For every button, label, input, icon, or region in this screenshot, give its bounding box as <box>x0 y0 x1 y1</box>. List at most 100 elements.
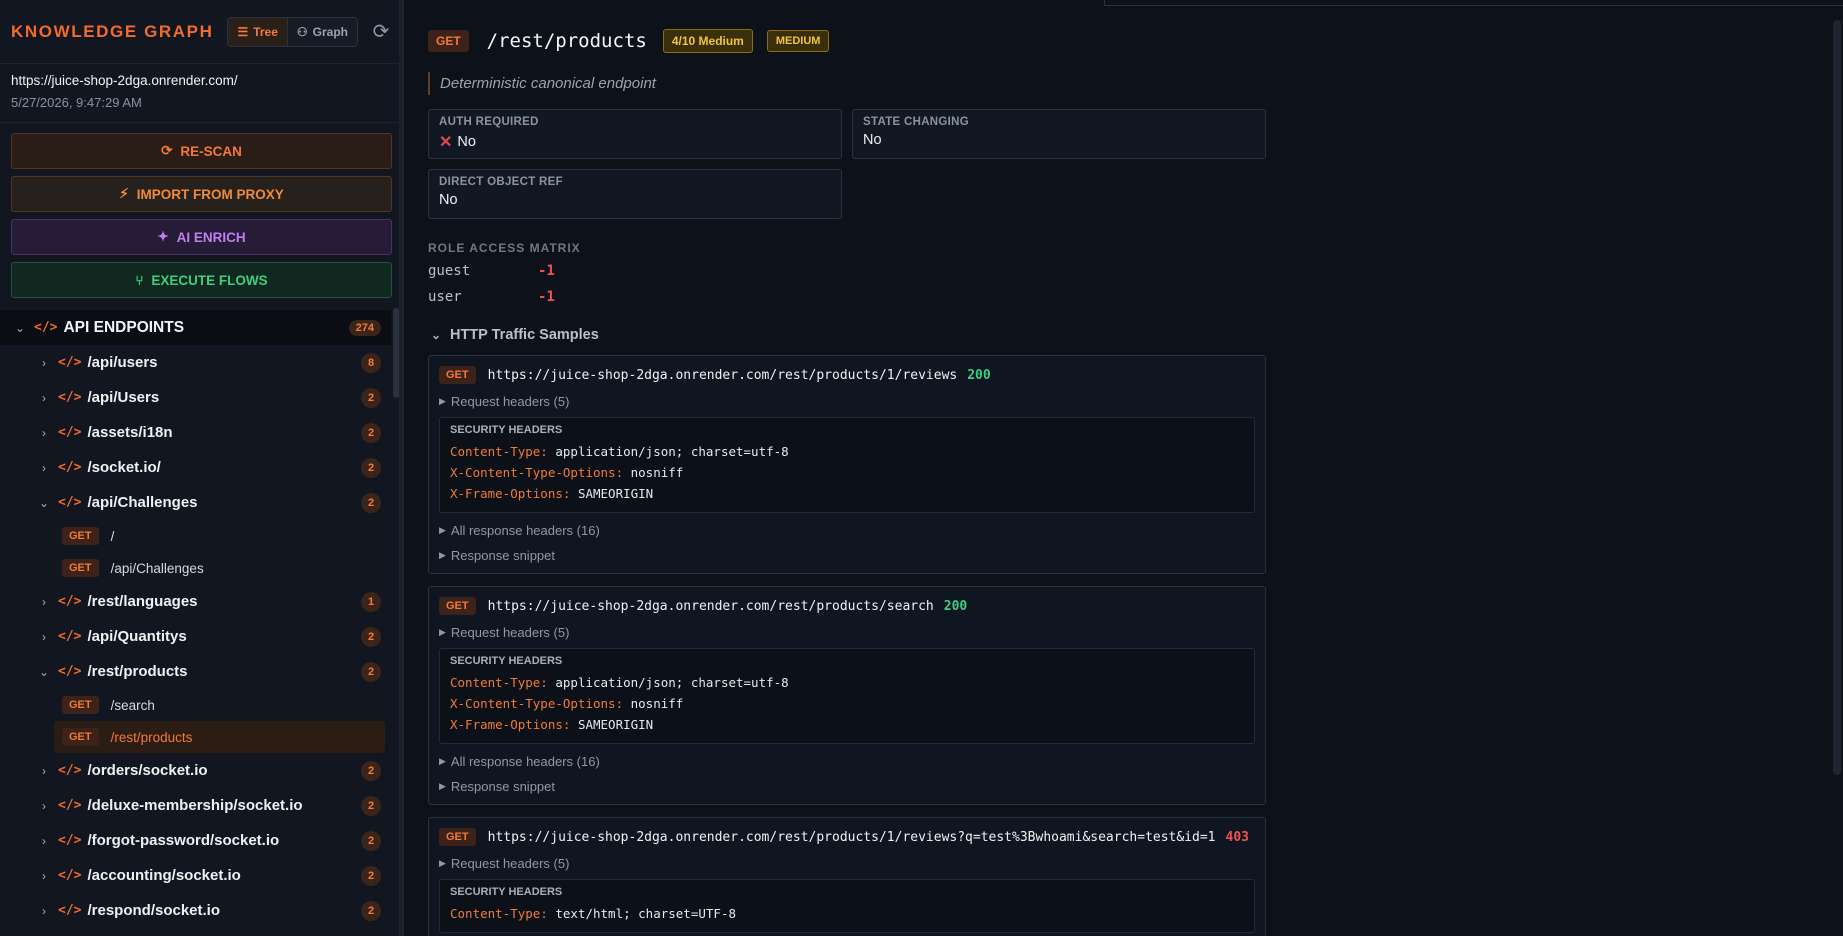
code-icon: </> <box>58 664 82 679</box>
endpoint-description: Deterministic canonical endpoint <box>428 72 1843 95</box>
tree-leaf[interactable]: GET / <box>54 520 385 552</box>
tree-node-label: /orders/socket.io <box>87 762 208 779</box>
security-headers-box: SECURITY HEADERS Content-Type: text/html… <box>439 879 1255 933</box>
graph-view-label: Graph <box>312 24 348 39</box>
chevron-right-icon: › <box>42 629 46 644</box>
tree-node-label: /api/Quantitys <box>87 628 187 645</box>
severity-badge: MEDIUM <box>766 30 830 52</box>
graph-view-button[interactable]: ⚇ Graph <box>287 17 357 46</box>
sidebar: KNOWLEDGE GRAPH ☰ Tree ⚇ Graph ⟳ https:/… <box>0 0 404 936</box>
method-badge: GET <box>439 828 476 846</box>
disclosure-triangle-icon: ▶ <box>439 627 446 637</box>
tree-node[interactable]: ⌄ </> /rest/products 2 <box>0 654 391 689</box>
response-snippet-toggle[interactable]: ▶ Response snippet <box>439 779 1255 794</box>
tree-node[interactable]: › </> /orders/socket.io 2 <box>0 753 391 788</box>
tree-root-api-endpoints[interactable]: ⌄ </> API ENDPOINTS 274 <box>0 310 391 345</box>
request-headers-label: Request headers (5) <box>450 625 570 640</box>
tree-node[interactable]: › </> /assets/i18n 2 <box>0 415 391 450</box>
code-icon: </> <box>58 629 82 644</box>
response-snippet-toggle[interactable]: ▶ Response snippet <box>439 548 1255 563</box>
security-headers-title: SECURITY HEADERS <box>450 655 563 667</box>
import-proxy-button[interactable]: ⚡︎ IMPORT FROM PROXY <box>11 176 392 212</box>
code-icon: </> <box>58 390 82 405</box>
x-icon: ✕ <box>439 134 453 151</box>
tree-node[interactable]: › </> /rest/languages 1 <box>0 584 391 619</box>
tree-node[interactable]: › </> /respond/socket.io 2 <box>0 893 391 928</box>
execute-flows-label: EXECUTE FLOWS <box>151 272 268 288</box>
disclosure-triangle-icon: ▶ <box>439 781 446 791</box>
role-name: user <box>428 289 462 305</box>
tree-leaf-selected[interactable]: GET /rest/products <box>54 721 385 753</box>
count-badge: 2 <box>361 422 381 443</box>
main-scrollbar[interactable] <box>1833 20 1841 775</box>
tree-node[interactable]: › </> /accounting/socket.io 2 <box>0 858 391 893</box>
disclosure-triangle-icon: ▶ <box>439 525 446 535</box>
traffic-sample: GET https://juice-shop-2dga.onrender.com… <box>428 355 1266 574</box>
sparkles-icon: ✦ <box>157 229 169 244</box>
sample-url: https://juice-shop-2dga.onrender.com/res… <box>487 367 958 383</box>
chevron-right-icon: › <box>42 798 46 813</box>
request-headers-toggle[interactable]: ▶ Request headers (5) <box>439 625 1255 640</box>
status-code: 200 <box>967 367 991 383</box>
count-badge: 8 <box>361 352 381 373</box>
endpoint-detail-panel: GET /rest/products 4/10 Medium MEDIUM De… <box>404 0 1843 936</box>
tree-node[interactable]: › </> /api/users 8 <box>0 345 391 380</box>
role-row: user -1 <box>428 289 1843 307</box>
tree-node-label: /forgot-password/socket.io <box>87 832 280 849</box>
all-response-headers-toggle[interactable]: ▶ All response headers (16) <box>439 523 1255 538</box>
code-icon: </> <box>34 320 58 335</box>
chevron-right-icon: › <box>42 390 46 405</box>
sample-url: https://juice-shop-2dga.onrender.com/res… <box>487 829 1216 845</box>
action-buttons: ⟳ RE-SCAN ⚡︎ IMPORT FROM PROXY ✦ AI ENRI… <box>0 123 403 309</box>
request-headers-toggle[interactable]: ▶ Request headers (5) <box>439 856 1255 871</box>
chevron-right-icon: › <box>42 460 46 475</box>
tree-node[interactable]: ⌄ </> /api/Challenges 2 <box>0 485 391 520</box>
header-line: Content-Type: application/json; charset=… <box>450 672 1244 693</box>
endpoint-tree: ⌄ </> API ENDPOINTS 274 › </> /api/users… <box>0 310 391 936</box>
count-badge: 2 <box>361 795 381 816</box>
header-value: SAMEORIGIN <box>577 486 654 501</box>
tree-leaf[interactable]: GET /api/Challenges <box>54 552 385 584</box>
header-value: nosniff <box>630 465 684 480</box>
prop-value: No <box>863 132 882 148</box>
refresh-icon[interactable]: ⟳ <box>370 19 392 44</box>
panel-resize-handle[interactable] <box>399 0 403 936</box>
tree-node[interactable]: › </> /api/Users 2 <box>0 380 391 415</box>
tree-node[interactable]: › </> /socket.io/ 2 <box>0 450 391 485</box>
header-line: X-Frame-Options: SAMEORIGIN <box>450 483 1244 504</box>
tree-node[interactable]: › </> /forgot-password/socket.io 2 <box>0 823 391 858</box>
tree-view-button[interactable]: ☰ Tree <box>228 17 288 46</box>
count-badge: 2 <box>361 492 381 513</box>
traffic-section-toggle[interactable]: ⌄ HTTP Traffic Samples <box>428 327 1843 343</box>
role-name: guest <box>428 263 471 279</box>
disclosure-triangle-icon: ▶ <box>439 396 446 406</box>
execute-flows-button[interactable]: ⑂ EXECUTE FLOWS <box>11 262 392 298</box>
response-snippet-label: Response snippet <box>450 779 555 794</box>
tree-root-label: API ENDPOINTS <box>63 318 185 336</box>
method-badge: GET <box>62 728 99 746</box>
tree-node[interactable]: › </> /api/Quantitys 2 <box>0 619 391 654</box>
ai-enrich-button[interactable]: ✦ AI ENRICH <box>11 219 392 255</box>
all-response-headers-toggle[interactable]: ▶ All response headers (16) <box>439 754 1255 769</box>
disclosure-triangle-icon: ▶ <box>439 550 446 560</box>
security-headers-title: SECURITY HEADERS <box>450 424 563 436</box>
header-key: Content-Type: <box>450 906 548 921</box>
request-headers-toggle[interactable]: ▶ Request headers (5) <box>439 394 1255 409</box>
chevron-right-icon: › <box>42 355 46 370</box>
role-value: -1 <box>538 289 555 305</box>
tree-leaf[interactable]: GET /search <box>54 689 385 721</box>
prop-label: AUTH REQUIRED <box>439 116 539 128</box>
tree-node[interactable]: › </> /deluxe-membership/socket.io 2 <box>0 788 391 823</box>
tree-node-label: /socket.io/ <box>87 459 161 476</box>
tree-node-label: /api/Users <box>87 389 160 406</box>
code-icon: </> <box>58 425 82 440</box>
code-icon: </> <box>58 460 82 475</box>
disclosure-triangle-icon: ▶ <box>439 756 446 766</box>
tree-node-label: /api/users <box>87 354 158 371</box>
method-badge: GET <box>62 527 99 545</box>
header-line: X-Content-Type-Options: nosniff <box>450 462 1244 483</box>
rescan-button[interactable]: ⟳ RE-SCAN <box>11 133 392 169</box>
tree-node-label: /rest/products <box>87 663 188 680</box>
chevron-right-icon: › <box>42 763 46 778</box>
code-icon: </> <box>58 833 82 848</box>
